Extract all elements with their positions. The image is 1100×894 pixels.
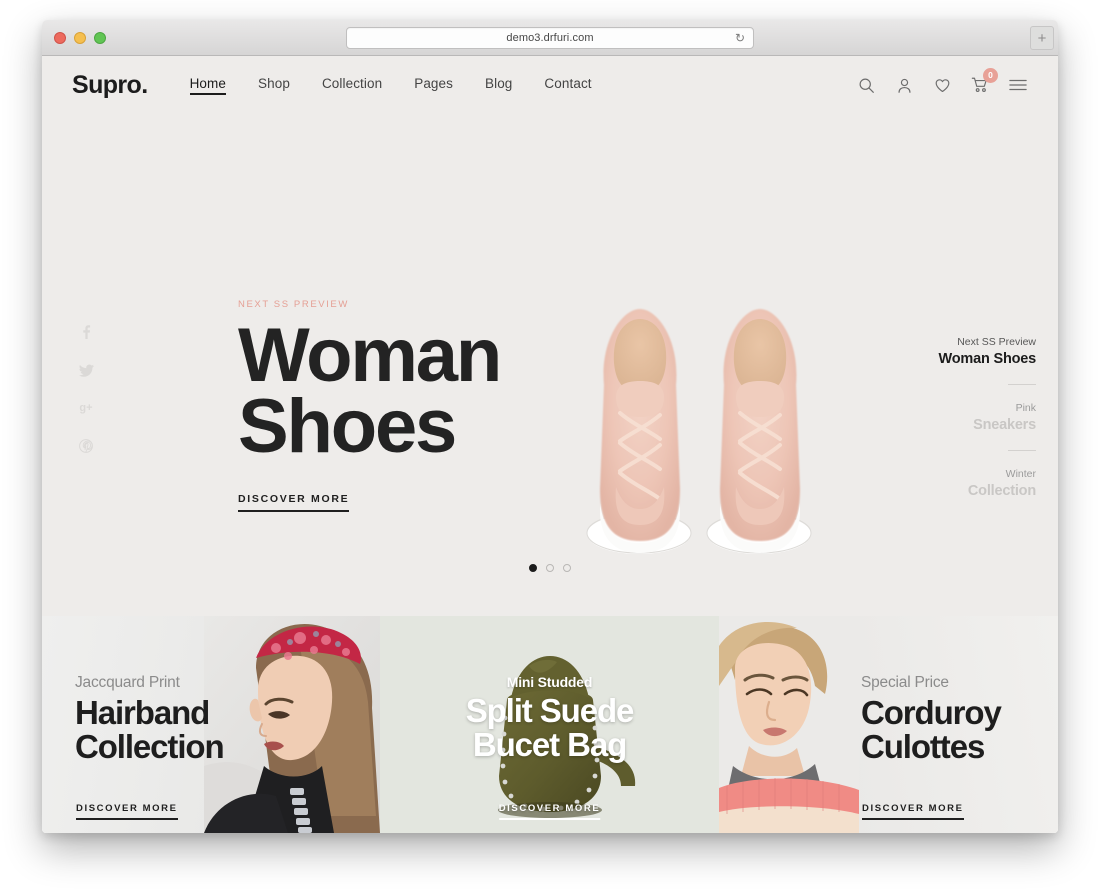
- card-text-block: Special Price Corduroy Culottes: [861, 674, 1002, 765]
- slide-nav-title: Woman Shoes: [938, 351, 1037, 367]
- carousel-dots: [42, 564, 1058, 572]
- hero-copy: NEXT SS PREVIEW Woman Shoes DISCOVER MOR…: [238, 299, 568, 512]
- maximize-window-button[interactable]: [94, 31, 106, 44]
- slide-nav-divider: [1008, 450, 1036, 451]
- card-title-line-1: Split Suede: [465, 692, 635, 729]
- hero-title-line-1: Woman: [238, 313, 502, 398]
- url-text: demo3.drfuri.com: [506, 32, 594, 44]
- browser-window: demo3.drfuri.com ↻ + Supro. Home Shop Co…: [42, 20, 1058, 833]
- slide-nav-sub: Winter: [1005, 468, 1036, 480]
- carousel-dot-2[interactable]: [546, 564, 554, 572]
- browser-titlebar: demo3.drfuri.com ↻ +: [42, 20, 1058, 56]
- card-discover-more-button[interactable]: DISCOVER MORE: [76, 803, 178, 820]
- wishlist-heart-icon[interactable]: [932, 75, 952, 95]
- hero-slide-navigation: Next SS Preview Woman Shoes Pink Sneaker…: [906, 332, 1037, 503]
- hero-eyebrow: NEXT SS PREVIEW: [238, 299, 349, 310]
- site-logo[interactable]: Supro.: [72, 71, 148, 100]
- window-controls: [54, 31, 106, 44]
- card-photo-woman-with-hairband: [204, 616, 380, 833]
- address-bar[interactable]: demo3.drfuri.com ↻: [346, 27, 754, 49]
- slide-nav-item-collection[interactable]: Winter Collection: [906, 464, 1036, 503]
- header-icon-group: 0: [856, 68, 1028, 95]
- cart-count-badge: 0: [983, 68, 998, 83]
- card-subtitle: Jaccquard Print: [75, 674, 180, 691]
- user-account-icon[interactable]: [894, 75, 914, 95]
- reload-icon[interactable]: ↻: [735, 32, 745, 44]
- card-subtitle: Special Price: [861, 674, 949, 691]
- hero-discover-more-button[interactable]: DISCOVER MORE: [238, 493, 350, 512]
- card-title-line-2: Collection: [75, 727, 225, 765]
- card-discover-more-button[interactable]: DISCOVER MORE: [862, 803, 964, 820]
- card-title-line-2: Bucet Bag: [472, 725, 627, 763]
- slide-nav-title: Collection: [967, 483, 1036, 499]
- card-text-block: Jaccquard Print Hairband Collection: [75, 674, 225, 765]
- card-text-block: Mini Studded Split Suede Bucet Bag: [380, 674, 719, 761]
- hamburger-menu-icon[interactable]: [1008, 75, 1028, 95]
- hero-slider: g+ NEXT SS PREVIEW Woman Shoes DISCOVER …: [42, 114, 1058, 616]
- nav-item-home[interactable]: Home: [189, 76, 227, 95]
- pinterest-icon[interactable]: [78, 438, 94, 454]
- carousel-dot-1[interactable]: [529, 564, 537, 572]
- carousel-dot-3[interactable]: [563, 564, 571, 572]
- card-title: Corduroy Culottes: [861, 694, 1002, 765]
- promo-card-culottes[interactable]: Special Price Corduroy Culottes DISCOVER…: [719, 616, 1058, 833]
- slide-nav-item-woman-shoes[interactable]: Next SS Preview Woman Shoes: [906, 332, 1037, 371]
- search-icon[interactable]: [856, 75, 876, 95]
- hero-title-line-2: Shoes: [238, 384, 457, 470]
- card-title-line-1: Hairband: [75, 694, 210, 731]
- facebook-icon[interactable]: [78, 324, 94, 340]
- promo-card-hairband[interactable]: Jaccquard Print Hairband Collection DISC…: [42, 616, 380, 833]
- card-title: Hairband Collection: [75, 694, 225, 765]
- card-photo-woman-in-sweater: [719, 616, 859, 833]
- hero-product-image-pink-sneakers: [576, 289, 826, 564]
- slide-nav-title: Sneakers: [973, 417, 1036, 433]
- page-viewport: Supro. Home Shop Collection Pages Blog C…: [42, 56, 1058, 833]
- nav-item-collection[interactable]: Collection: [322, 76, 382, 95]
- nav-item-pages[interactable]: Pages: [414, 76, 453, 95]
- nav-item-blog[interactable]: Blog: [485, 76, 512, 95]
- hero-title: Woman Shoes: [238, 313, 568, 470]
- card-title-line-1: Corduroy: [861, 694, 1002, 731]
- main-navigation: Home Shop Collection Pages Blog Contact: [189, 76, 592, 95]
- google-plus-icon[interactable]: g+: [78, 400, 94, 416]
- close-window-button[interactable]: [54, 31, 66, 44]
- social-links-rail: g+: [78, 324, 94, 454]
- card-subtitle: Mini Studded: [506, 674, 593, 690]
- card-discover-more-button[interactable]: DISCOVER MORE: [498, 803, 601, 820]
- promo-card-bucket-bag[interactable]: Mini Studded Split Suede Bucet Bag DISCO…: [380, 616, 719, 833]
- new-tab-button[interactable]: +: [1030, 26, 1054, 50]
- nav-item-shop[interactable]: Shop: [258, 76, 290, 95]
- slide-nav-divider: [1008, 384, 1036, 385]
- minimize-window-button[interactable]: [74, 31, 86, 44]
- twitter-icon[interactable]: [78, 362, 94, 378]
- nav-item-contact[interactable]: Contact: [544, 76, 591, 95]
- slide-nav-item-sneakers[interactable]: Pink Sneakers: [906, 398, 1036, 437]
- site-header: Supro. Home Shop Collection Pages Blog C…: [42, 56, 1058, 114]
- slide-nav-sub: Pink: [1015, 402, 1036, 414]
- promo-card-row: Jaccquard Print Hairband Collection DISC…: [42, 616, 1058, 833]
- card-title-line-2: Culottes: [861, 727, 985, 765]
- slide-nav-sub: Next SS Preview: [957, 336, 1036, 348]
- shopping-cart-icon[interactable]: 0: [970, 68, 998, 95]
- card-title: Split Suede Bucet Bag: [380, 694, 719, 761]
